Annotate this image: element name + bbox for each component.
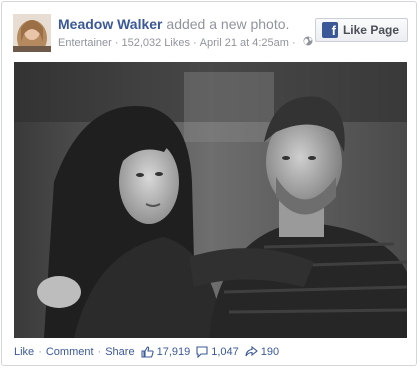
post-meta: Entertainer · 152,032 Likes · April 21 a…	[58, 36, 313, 49]
comments-count: 1,047	[211, 346, 239, 358]
page-category: Entertainer	[58, 36, 112, 49]
like-page-button[interactable]: f Like Page	[314, 18, 408, 42]
like-link[interactable]: Like	[14, 346, 34, 358]
author-avatar[interactable]	[13, 14, 51, 52]
post-photo[interactable]	[14, 62, 407, 338]
comment-bubble-icon	[196, 346, 208, 358]
comments-stat[interactable]: 1,047	[196, 346, 239, 358]
post-timestamp[interactable]: April 21 at 4:25am	[200, 37, 289, 49]
post-header: Meadow Walker added a new photo.	[58, 16, 289, 32]
share-arrow-icon	[245, 346, 258, 357]
post-card: Meadow Walker added a new photo. Enterta…	[1, 1, 417, 366]
likes-stat[interactable]: 17,919	[141, 346, 191, 358]
author-name[interactable]: Meadow Walker	[58, 16, 163, 32]
comment-link[interactable]: Comment	[46, 346, 94, 358]
facebook-f-icon: f	[321, 22, 338, 38]
shares-count: 190	[260, 346, 280, 358]
shares-stat[interactable]: 190	[245, 346, 279, 358]
post-footer: Like · Comment · Share 17,919 1,047 190	[14, 346, 280, 358]
post-action-text: added a new photo.	[166, 16, 290, 32]
share-link[interactable]: Share	[105, 346, 134, 358]
page-likes-count: 152,032 Likes	[121, 36, 190, 49]
likes-count: 17,919	[156, 346, 191, 358]
thumbs-up-icon	[141, 346, 154, 358]
globe-icon	[303, 36, 313, 49]
like-page-label: Like Page	[342, 23, 399, 37]
